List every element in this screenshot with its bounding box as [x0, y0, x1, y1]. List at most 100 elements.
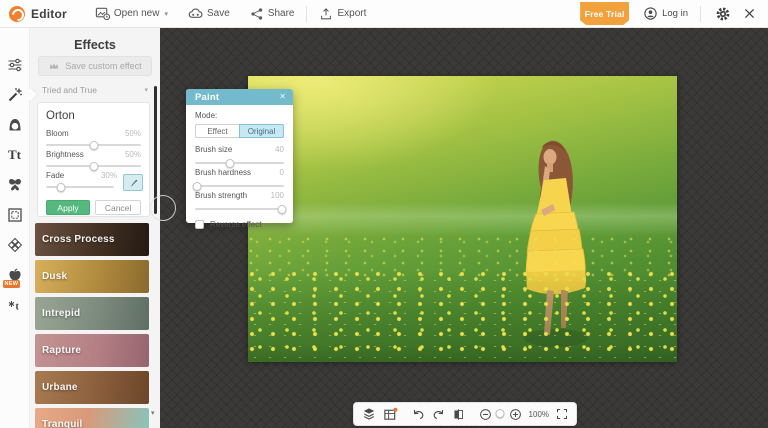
bottom-toolbar: 100% [353, 402, 577, 426]
free-trial-button[interactable]: Free Trial [580, 2, 629, 25]
login-label: Log in [662, 8, 688, 19]
open-new-button[interactable]: Open new ▾ [95, 6, 168, 21]
undo-button[interactable] [412, 408, 425, 421]
brush-size-row: Brush size 40 [195, 145, 284, 168]
slider-value: 40 [275, 145, 284, 154]
panel-scrollbar[interactable] [154, 86, 157, 214]
app-logo[interactable]: Editor [0, 6, 67, 22]
slider-label: Fade [46, 171, 64, 180]
share-button[interactable]: Share [250, 7, 295, 21]
frame-icon [7, 207, 23, 223]
brush-hardness-row: Brush hardness 0 [195, 168, 284, 191]
topbar-divider [306, 6, 307, 22]
compare-original-button[interactable] [452, 408, 465, 421]
brush-strength-handle[interactable] [278, 205, 287, 214]
slider-handle[interactable] [56, 183, 65, 192]
effect-tile[interactable]: Tranquil [35, 408, 149, 428]
export-label: Export [337, 8, 366, 19]
slider-label: Bloom [46, 129, 69, 138]
redo-button[interactable] [432, 408, 445, 421]
sidebar-item-labels[interactable]: t [0, 290, 30, 320]
sidebar-item-textures[interactable] [0, 230, 30, 260]
login-button[interactable]: Log in [643, 6, 688, 21]
zoom-slider-handle[interactable] [496, 409, 505, 418]
zoom-out-button[interactable] [479, 408, 492, 421]
canvas-area[interactable]: Paint ✕ Mode: Effect Original Brush size… [160, 28, 768, 428]
user-icon [643, 6, 658, 21]
apply-button[interactable]: Apply [46, 200, 90, 215]
sidebar-item-text[interactable]: Tt [0, 140, 30, 170]
effect-tile[interactable]: Dusk [35, 260, 149, 293]
slider-value: 0 [280, 168, 284, 177]
open-new-icon [95, 6, 110, 21]
paint-dialog: Paint ✕ Mode: Effect Original Brush size… [186, 89, 293, 223]
brush-strength-row: Brush strength 100 [195, 191, 284, 214]
effect-tile[interactable]: Urbane [35, 371, 149, 404]
caret-down-icon: ▾ [164, 10, 168, 18]
brush-hardness-handle[interactable] [192, 182, 201, 191]
app-title: Editor [31, 7, 67, 21]
tool-strip: Tt NEW t [0, 28, 30, 428]
face-icon [7, 117, 23, 133]
sidebar-item-frames[interactable] [0, 200, 30, 230]
slider-value: 50% [125, 129, 141, 138]
effect-tile-label: Rapture [42, 345, 81, 356]
paint-brush-button[interactable] [123, 174, 143, 191]
slider-track[interactable] [195, 208, 284, 210]
paint-dialog-title: Paint [195, 92, 219, 103]
new-badge: NEW [3, 280, 21, 288]
brush-size-handle[interactable] [225, 159, 234, 168]
settings-gear-icon[interactable] [713, 4, 733, 24]
editor-app: Editor Open new ▾ Save Share Export Free… [0, 0, 768, 428]
brush-cursor-circle [150, 195, 176, 221]
save-button[interactable]: Save [188, 6, 230, 21]
zoom-in-button[interactable] [509, 408, 522, 421]
edit-canvas-button[interactable] [383, 407, 398, 422]
effect-tile[interactable]: Cross Process [35, 223, 149, 256]
effect-list: Cross Process Dusk Intrepid Rapture Urba… [35, 223, 149, 428]
export-button[interactable]: Export [319, 7, 366, 21]
effect-tile-label: Urbane [42, 382, 78, 393]
effect-name: Orton [46, 110, 141, 122]
effect-tile[interactable]: Intrepid [35, 297, 149, 330]
slider-track[interactable] [195, 185, 284, 187]
photo-image[interactable] [248, 76, 677, 362]
slider-row-bloom: Bloom 50% [46, 129, 141, 150]
asterisk-text-icon: t [7, 297, 23, 313]
sidebar-item-themes[interactable]: NEW [0, 260, 30, 290]
effect-tile[interactable]: Rapture [35, 334, 149, 367]
top-bar: Editor Open new ▾ Save Share Export Free… [0, 0, 768, 28]
slider-handle[interactable] [89, 162, 98, 171]
sidebar-item-basic-edits[interactable] [0, 50, 30, 80]
slider-label: Brush strength [195, 191, 247, 200]
panel-title: Effects [30, 38, 160, 52]
share-label: Share [268, 8, 295, 19]
reverse-effect-checkbox-row[interactable]: Reverse effect [195, 220, 284, 229]
scroll-down-arrow[interactable]: ▾ [151, 409, 155, 417]
effects-section-header[interactable]: Tried and True ▾ [42, 85, 148, 95]
mode-original-button[interactable]: Original [239, 124, 284, 138]
slider-handle[interactable] [89, 141, 98, 150]
save-custom-effect-button[interactable]: Save custom effect [38, 56, 152, 76]
sidebar-item-touch-up[interactable] [0, 110, 30, 140]
close-icon[interactable] [741, 5, 758, 22]
cancel-button[interactable]: Cancel [95, 200, 141, 215]
reverse-effect-checkbox[interactable] [195, 220, 204, 229]
slider-value: 30% [101, 171, 117, 180]
mode-effect-button[interactable]: Effect [195, 124, 239, 138]
flower-field-near [248, 270, 677, 362]
mode-label: Mode: [195, 111, 284, 120]
fullscreen-button[interactable] [556, 408, 568, 420]
zoom-slider[interactable] [499, 409, 501, 419]
slider-track[interactable] [195, 162, 284, 164]
topbar-divider [700, 6, 701, 22]
effect-tile-label: Dusk [42, 271, 67, 282]
sidebar-item-overlays[interactable] [0, 170, 30, 200]
section-label: Tried and True [42, 85, 97, 95]
brand-logo-icon [9, 6, 25, 22]
paint-dialog-header[interactable]: Paint ✕ [186, 89, 293, 105]
paint-close-icon[interactable]: ✕ [279, 93, 286, 101]
layers-button[interactable] [362, 407, 376, 421]
butterfly-icon [7, 177, 23, 193]
diamond-texture-icon [7, 237, 23, 253]
